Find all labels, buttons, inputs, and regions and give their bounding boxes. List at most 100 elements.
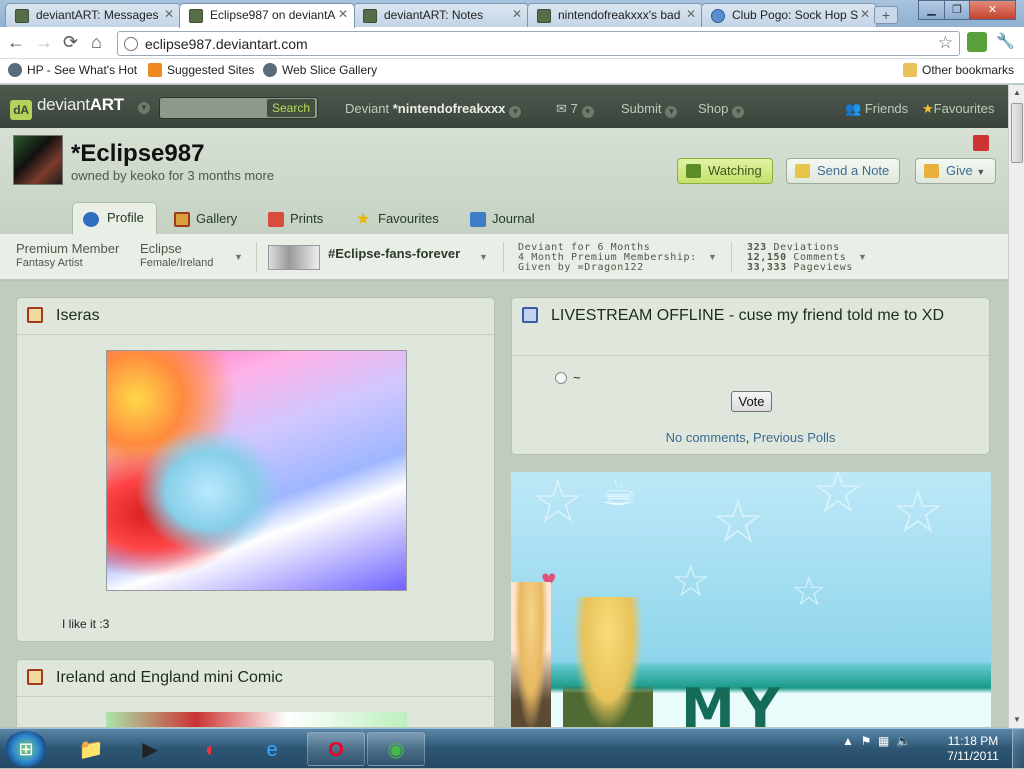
other-bookmarks[interactable]: Other bookmarks <box>903 63 1014 77</box>
media-player-taskbar-icon[interactable]: ▶ <box>121 732 179 766</box>
minimize-button[interactable]: ▁ <box>918 0 945 20</box>
bookmark-suggested-sites[interactable]: Suggested Sites <box>148 63 254 77</box>
tab-gallery[interactable]: Gallery <box>172 204 237 234</box>
extension-icon[interactable] <box>967 32 987 52</box>
address-bar[interactable]: eclipse987.deviantart.com ☆ <box>117 31 960 56</box>
search-button[interactable]: Search <box>266 99 315 117</box>
avatar[interactable] <box>13 135 63 185</box>
scroll-thumb[interactable] <box>1011 103 1023 163</box>
maximize-button[interactable]: ❐ <box>944 0 970 20</box>
deviantart-favicon <box>15 9 29 23</box>
no-comments-link[interactable]: No comments <box>666 430 746 445</box>
chevron-down-icon[interactable]: ▼ <box>858 252 867 262</box>
search-input[interactable]: Search <box>159 97 318 119</box>
close-tab-icon[interactable]: ✕ <box>512 7 522 21</box>
wrench-icon[interactable]: 🔧 <box>996 32 1015 52</box>
notes-menu[interactable]: ✉ 7 ▼ <box>556 101 594 118</box>
tray-arrow-icon[interactable]: ▲ <box>842 734 854 748</box>
friends-link[interactable]: 👥 Friends <box>845 101 908 117</box>
watching-button[interactable]: Watching <box>677 158 773 184</box>
chevron-down-icon[interactable]: ▼ <box>234 252 243 262</box>
tab-messages[interactable]: deviantART: Messages ✕ <box>5 3 181 27</box>
tab-eclipse987[interactable]: Eclipse987 on deviantA ✕ <box>179 3 355 28</box>
poll-links: No comments, Previous Polls <box>665 430 836 445</box>
featured-caption: I like it :3 <box>62 617 110 631</box>
opera-taskbar-icon[interactable]: O <box>307 732 365 766</box>
url-text[interactable]: eclipse987.deviantart.com <box>145 36 308 52</box>
close-window-button[interactable]: ✕ <box>969 0 1016 20</box>
send-note-button[interactable]: Send a Note <box>786 158 901 184</box>
tab-prints[interactable]: Prints <box>266 204 323 234</box>
radio-button[interactable] <box>555 372 567 384</box>
network-icon[interactable]: ▦ <box>878 734 889 748</box>
chevron-down-icon[interactable]: ▼ <box>479 252 488 262</box>
deviant-menu[interactable]: Deviant *nintendofreakxxx ▼ <box>345 101 522 118</box>
forward-icon[interactable]: → <box>35 32 53 52</box>
tab-journal[interactable]: Journal <box>468 204 535 234</box>
tab-club-pogo[interactable]: Club Pogo: Sock Hop S ✕ <box>701 3 877 27</box>
membership-info: Premium Member Fantasy Artist <box>16 241 120 269</box>
internet-explorer-taskbar-icon[interactable]: e <box>243 732 301 766</box>
scroll-down-icon[interactable]: ▼ <box>1009 712 1024 728</box>
journal-banner-image[interactable]: ☆ ☆ ☆ ☆ ☆ ☆ ☕ ♥ MY JOURNA <box>511 472 991 727</box>
shop-menu[interactable]: Shop ▼ <box>698 101 745 118</box>
poll-widget: LIVESTREAM OFFLINE - cuse my friend told… <box>511 297 990 455</box>
ccleaner-taskbar-icon[interactable]: ◐ <box>182 732 240 766</box>
scroll-up-icon[interactable]: ▲ <box>1009 85 1024 101</box>
username[interactable]: *Eclipse987 <box>71 140 204 168</box>
star-decoration: ☆ <box>891 478 945 545</box>
close-tab-icon[interactable]: ✕ <box>338 7 348 21</box>
star-decoration: ☆ <box>811 472 865 525</box>
comic-image[interactable] <box>106 712 407 727</box>
profile-content: Iseras I like it :3 Ireland and England … <box>0 281 1008 727</box>
bookmark-web-slice-gallery[interactable]: Web Slice Gallery <box>263 63 377 77</box>
tab-nintendofreakxxx[interactable]: nintendofreakxxx's bad ✕ <box>527 3 703 27</box>
journal-banner-text: MY JOURNA <box>681 677 786 727</box>
bookmark-star-icon[interactable]: ☆ <box>938 33 953 53</box>
vote-button[interactable]: Vote <box>731 391 772 412</box>
divider <box>256 242 257 272</box>
system-tray[interactable]: ▲ ⚑ ▦ 🔈 <box>842 734 911 748</box>
vertical-scrollbar[interactable]: ▲ ▼ <box>1008 85 1024 728</box>
tab-favourites[interactable]: ★ Favourites <box>354 204 439 234</box>
previous-polls-link[interactable]: Previous Polls <box>753 430 835 445</box>
deviantart-logo[interactable]: dA deviantART <box>10 95 124 120</box>
close-tab-icon[interactable]: ✕ <box>860 7 870 21</box>
flag-icon[interactable]: ⚑ <box>861 734 872 748</box>
submit-menu[interactable]: Submit ▼ <box>621 101 678 118</box>
close-tab-icon[interactable]: ✕ <box>164 7 174 21</box>
home-icon[interactable]: ⌂ <box>91 32 102 52</box>
start-button[interactable]: ⊞ <box>4 731 48 767</box>
back-icon[interactable]: ← <box>7 32 25 52</box>
chevron-down-icon[interactable]: ▼ <box>708 252 717 262</box>
comic-title[interactable]: Ireland and England mini Comic <box>56 669 283 687</box>
bookmark-hp[interactable]: HP - See What's Hot <box>8 63 137 77</box>
clock[interactable]: 11:18 PM 7/11/2011 <box>938 734 1008 764</box>
owned-by-text: owned by keoko for 3 months more <box>71 168 275 183</box>
featured-deviation-widget: Iseras I like it :3 <box>16 297 495 642</box>
featured-artwork-image[interactable] <box>106 350 407 591</box>
show-desktop-button[interactable] <box>1012 729 1024 769</box>
gallery-icon <box>27 307 43 323</box>
gift-icon[interactable] <box>973 135 989 151</box>
tab-notes[interactable]: deviantART: Notes ✕ <box>353 3 529 27</box>
close-tab-icon[interactable]: ✕ <box>686 7 696 21</box>
favourites-link[interactable]: ★Favourites <box>922 101 994 117</box>
tab-profile[interactable]: Profile <box>72 202 157 234</box>
group-thumbnail[interactable] <box>268 245 320 270</box>
divider <box>503 242 504 272</box>
explorer-taskbar-icon[interactable]: 📁 <box>62 732 120 766</box>
chrome-taskbar-icon[interactable]: ◉ <box>367 732 425 766</box>
windows-taskbar: ⊞ 📁 ▶ ◐ e O ◉ ▲ ⚑ ▦ 🔈 11:18 PM 7/11/2011 <box>0 728 1024 769</box>
logo-dropdown-icon[interactable]: ▼ <box>138 102 150 114</box>
group-link[interactable]: #Eclipse-fans-forever <box>328 246 460 261</box>
featured-title[interactable]: Iseras <box>56 307 100 325</box>
reload-icon[interactable]: ⟳ <box>63 32 78 52</box>
volume-icon[interactable]: 🔈 <box>896 734 911 748</box>
deviantart-header: dA deviantART ▼ Search Deviant *nintendof… <box>0 85 1008 128</box>
profile-header: *Eclipse987 owned by keoko for 3 months … <box>0 128 1008 234</box>
new-tab-button[interactable]: + <box>874 6 898 24</box>
personal-info[interactable]: Eclipse Female/Ireland <box>140 241 213 271</box>
give-button[interactable]: Give ▼ <box>915 158 997 184</box>
poll-option[interactable]: ~ <box>555 370 581 385</box>
